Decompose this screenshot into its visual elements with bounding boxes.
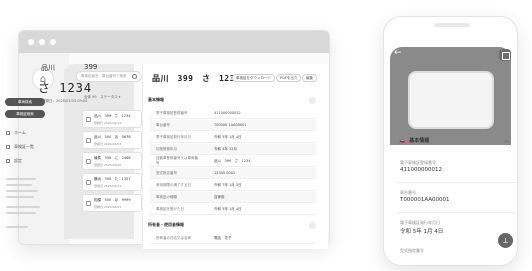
vehicle-search-button[interactable]: 車両検索: [5, 98, 45, 106]
plate-class-number: 399: [84, 63, 98, 71]
table-row: 所有者の氏名又は名称 電話 花子: [150, 233, 316, 244]
sidebar-placeholder-line: [6, 196, 34, 198]
window-dot: [28, 39, 34, 45]
table-row: 車検証の種類 自家用: [150, 192, 316, 203]
field-value: 411000000012: [400, 167, 442, 173]
phone-speaker: [434, 23, 470, 27]
car-icon: 🚗: [399, 137, 406, 144]
window-dot: [50, 39, 56, 45]
browser-titlebar: [19, 31, 329, 53]
field-value: T000001AA00001: [400, 197, 450, 203]
field-label: 型式指定番号: [400, 248, 424, 253]
divider: [396, 182, 516, 183]
plate-region: 品川: [41, 64, 55, 72]
nav-item-settings[interactable]: 設定: [6, 158, 22, 164]
list-item[interactable]: 練馬 330 に 2468 登録日 2025/02/20: [82, 152, 142, 170]
page-title: 品川 399 さ 1234: [152, 74, 241, 83]
table-row: 初度登録年月 令和 4年 12月: [150, 144, 316, 155]
table-row: 型式指定番号 12345 0001: [150, 168, 316, 179]
download-button[interactable]: 車検証をダウンロード: [232, 74, 275, 82]
list-item[interactable]: 横浜 300 た 1357 登録日 2025/03/11: [82, 173, 142, 191]
nav-item-list[interactable]: 車検証一覧: [6, 144, 34, 150]
table-row: 電子車検証登録番号 411000000012: [150, 108, 316, 119]
phone-section-basic-info[interactable]: 🚗 基本情報 ︿: [399, 137, 509, 145]
checkbox[interactable]: [86, 117, 91, 122]
section-owner-info[interactable]: 所有者・使用者情報: [148, 220, 318, 230]
sidebar-placeholder-line: [6, 206, 40, 208]
sidebar-placeholder-line: [6, 178, 36, 180]
sidebar-placeholder-line: [6, 212, 36, 214]
checkbox[interactable]: [86, 180, 91, 185]
list-icon: [6, 145, 10, 149]
chevron-up-icon[interactable]: [309, 96, 316, 104]
checkbox[interactable]: [86, 201, 91, 206]
sidebar-placeholder-line: [6, 190, 38, 192]
home-icon: [6, 131, 10, 135]
sidebar-placeholder-line: [6, 184, 32, 186]
table-row: 自動車登録番号又は車両番号 品川 399 さ 1234: [150, 156, 316, 167]
table-row: 有効期限の満了する日 令和 7年 1月 3日: [150, 180, 316, 191]
field-label: 電子車検証発行年月日: [400, 220, 440, 225]
pdf-button[interactable]: PDFを出力: [276, 74, 302, 82]
share-fab-button[interactable]: ⟂: [498, 233, 513, 248]
edit-button[interactable]: 編集: [302, 74, 317, 82]
field-label: 車台番号: [400, 190, 416, 195]
window-dot: [39, 39, 45, 45]
list-item[interactable]: 品川 399 さ 1234 登録日 2025/01/15: [82, 110, 142, 128]
gear-icon: [6, 159, 10, 163]
sidebar-placeholder-line: [6, 226, 28, 228]
nav-item-home[interactable]: ホーム: [6, 130, 26, 136]
chevron-up-icon[interactable]: [309, 221, 316, 229]
back-arrow-icon[interactable]: ←: [394, 48, 402, 58]
list-item[interactable]: 品川 500 あ 5678 登録日 2025/02/03: [82, 131, 142, 149]
search-icon[interactable]: [132, 74, 137, 79]
chevron-up-icon[interactable]: ︿: [504, 137, 509, 144]
plate-registered-date: 登録日：2025/01/15 09:00: [42, 99, 88, 103]
field-value: 令和 5年 1月 4日: [400, 229, 444, 235]
table-row: 車台番号 T00000 1AA00001: [150, 120, 316, 131]
field-label: 電子車検証登録番号: [400, 160, 436, 165]
plate-number: さ 1234: [38, 81, 93, 95]
section-basic-info[interactable]: 基本情報: [148, 95, 318, 105]
table-row: 電子車検証発行年月日 令和 5年 1月 4日: [150, 132, 316, 143]
license-plate-card: [408, 71, 494, 129]
checkbox[interactable]: [86, 159, 91, 164]
menu-icon[interactable]: [499, 49, 511, 61]
certificate-search-button[interactable]: 車検証検索: [5, 110, 45, 118]
table-row: 車検証を受けた日 令和 5年 1月 4日: [150, 204, 316, 215]
checkbox[interactable]: [86, 138, 91, 143]
divider: [396, 212, 516, 213]
list-item[interactable]: 相模 500 ほ 9999 登録日 2025/04/01: [82, 194, 142, 212]
